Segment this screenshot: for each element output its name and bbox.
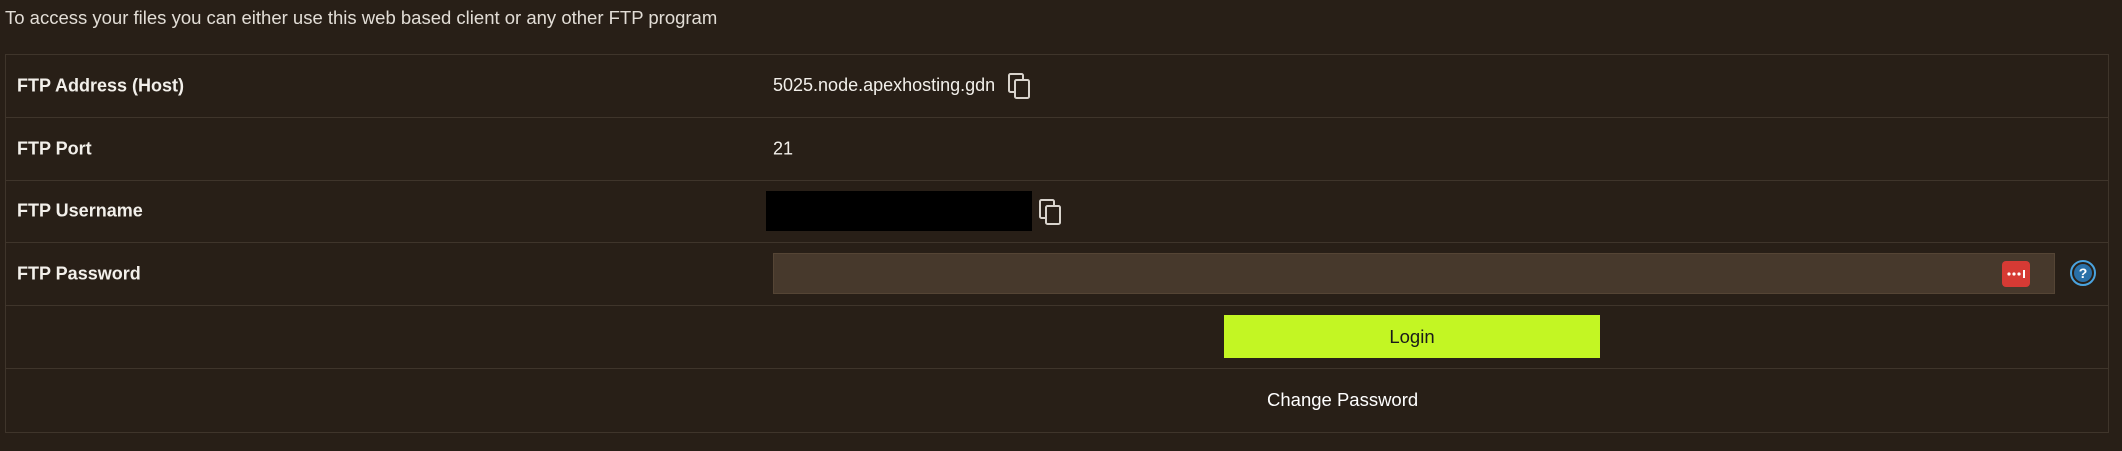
ftp-details-table: FTP Address (Host) 5025.node.apexhosting… [5,54,2109,433]
intro-text: To access your files you can either use … [5,7,718,28]
password-input[interactable] [773,253,2055,295]
ftp-username-label: FTP Username [17,200,143,221]
change-password-link[interactable]: Change Password [1267,389,1418,411]
ftp-port-value-wrap: 21 [773,138,793,159]
copy-icon[interactable] [1038,198,1064,226]
copy-icon[interactable] [1007,72,1033,100]
ftp-password-row: FTP Password ? [6,243,2108,307]
ftp-port-row: FTP Port 21 [6,118,2108,181]
ftp-address-value-wrap: 5025.node.apexhosting.gdn [773,72,1033,100]
ftp-username-redacted [766,190,1032,231]
ftp-address-value: 5025.node.apexhosting.gdn [773,75,996,96]
ftp-address-label: FTP Address (Host) [17,75,185,96]
change-password-row: Change Password [6,369,2108,432]
ftp-port-value: 21 [773,138,794,159]
password-manager-icon[interactable] [2002,261,2030,288]
svg-text:?: ? [2079,265,2088,281]
ftp-password-label: FTP Password [17,263,141,284]
ftp-username-row: FTP Username [6,181,2108,244]
ftp-port-label: FTP Port [17,138,92,159]
login-row: Login [6,306,2108,369]
login-button[interactable]: Login [1224,315,1600,359]
help-icon[interactable]: ? [2069,259,2097,287]
ftp-address-row: FTP Address (Host) 5025.node.apexhosting… [6,55,2108,118]
